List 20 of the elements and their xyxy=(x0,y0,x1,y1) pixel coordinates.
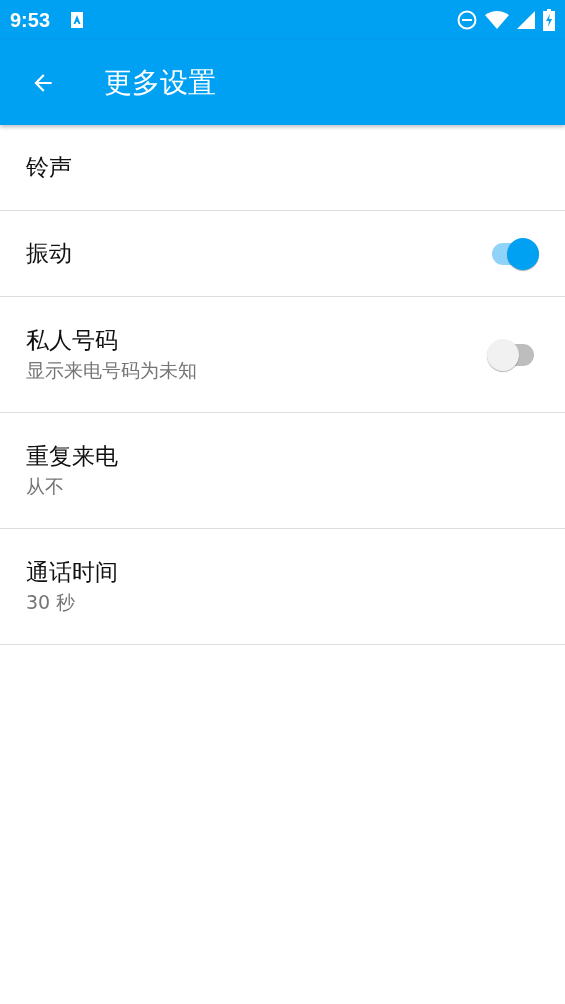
do-not-disturb-icon xyxy=(457,10,477,30)
setting-title: 私人号码 xyxy=(26,326,119,355)
battery-charging-icon xyxy=(543,9,555,31)
settings-item[interactable]: 通话时间 30 秒 xyxy=(0,529,565,645)
settings-item[interactable]: 铃声 xyxy=(0,125,565,211)
settings-item[interactable]: 私人号码 显示来电号码为未知 xyxy=(0,297,565,413)
setting-title: 通话时间 xyxy=(26,558,119,587)
setting-title: 铃声 xyxy=(26,153,73,182)
setting-summary: 从不 xyxy=(26,474,65,499)
wifi-icon xyxy=(485,11,509,29)
setting-title: 重复来电 xyxy=(26,442,119,471)
status-time: 9:53 xyxy=(10,8,51,32)
notification-icon xyxy=(70,12,85,28)
screen-title: 更多设置 xyxy=(104,64,216,101)
setting-summary: 30 秒 xyxy=(26,590,77,615)
setting-summary: 显示来电号码为未知 xyxy=(26,358,198,383)
setting-title: 振动 xyxy=(26,239,73,268)
settings-item[interactable]: 重复来电 从不 xyxy=(0,413,565,529)
signal-icon xyxy=(517,11,535,29)
settings-item[interactable]: 振动 xyxy=(0,211,565,297)
